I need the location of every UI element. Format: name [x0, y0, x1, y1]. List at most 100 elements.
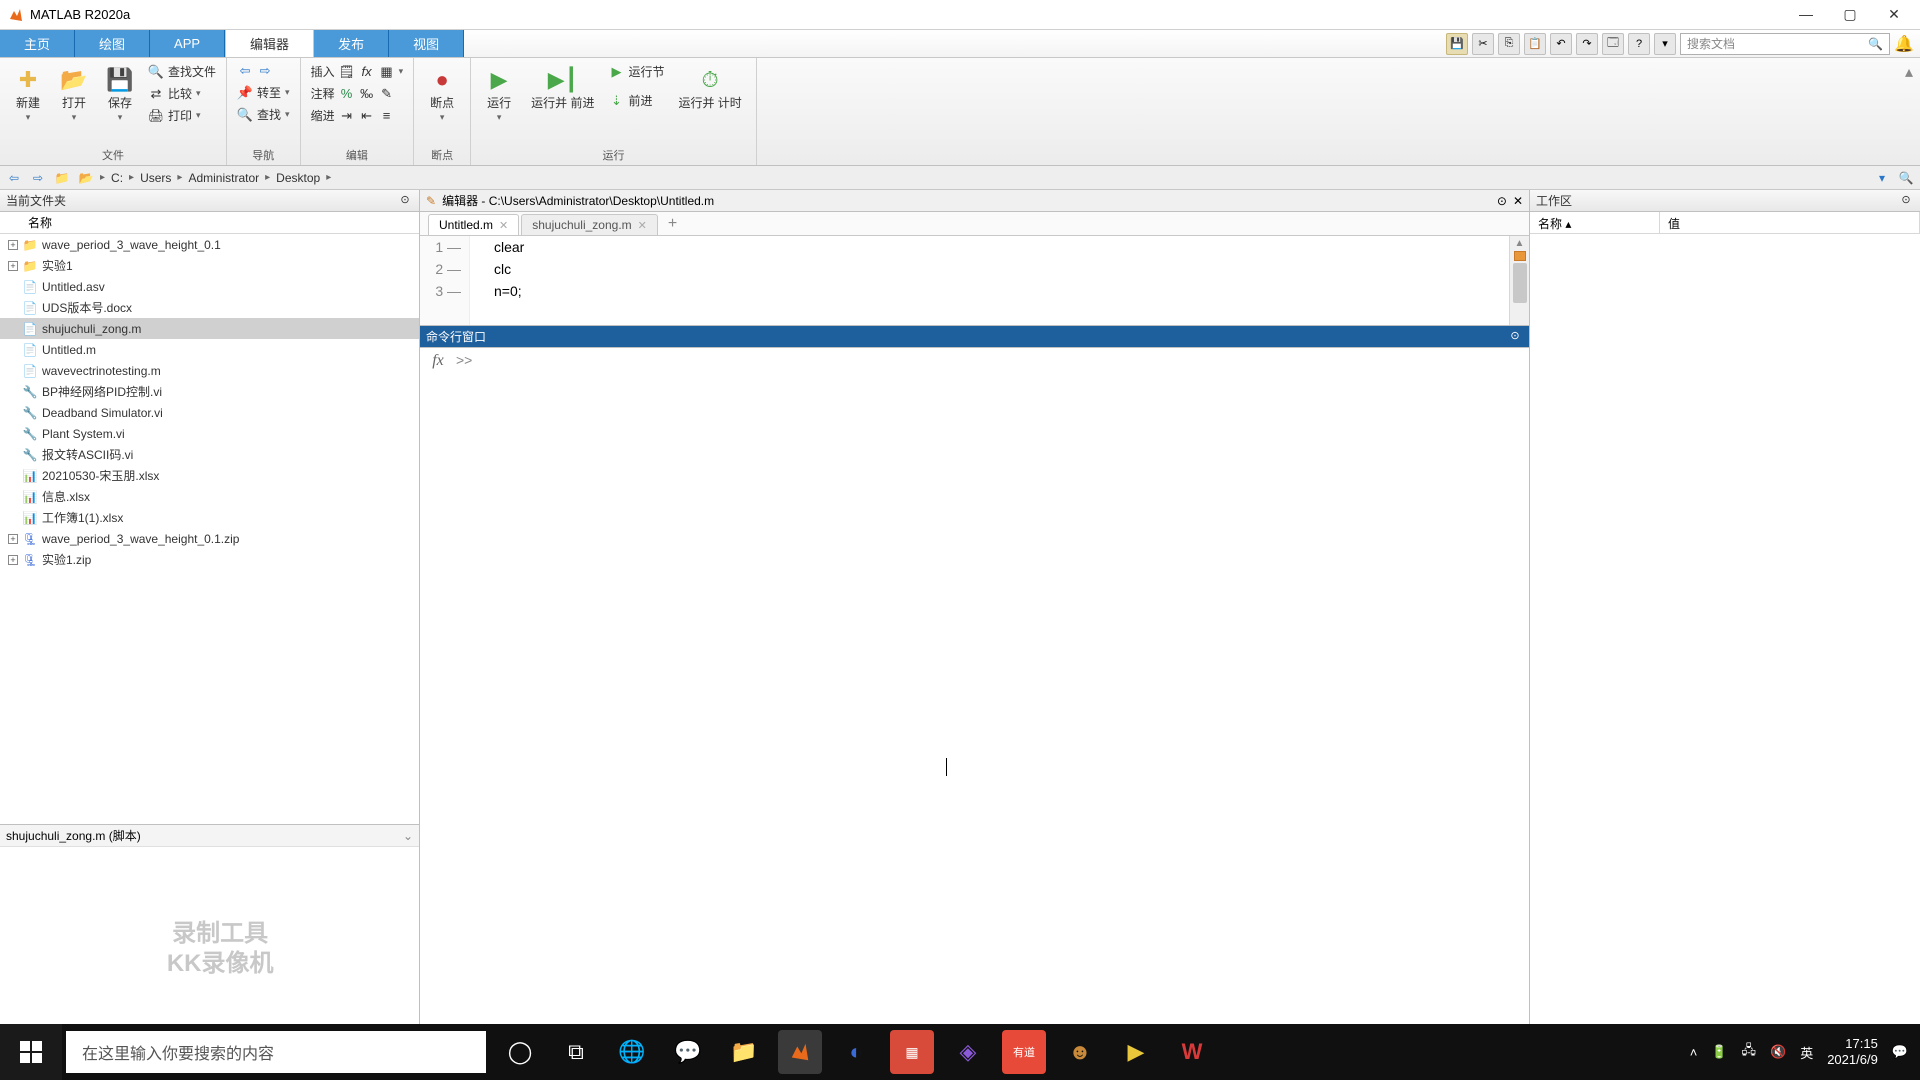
file-row[interactable]: 🔧Plant System.vi: [0, 423, 419, 444]
save-button[interactable]: 💾保存▾: [100, 62, 140, 127]
comment-button[interactable]: 注释 % ‰ ✎: [309, 84, 406, 103]
file-row[interactable]: +📁wave_period_3_wave_height_0.1: [0, 234, 419, 255]
workspace-columns[interactable]: 名称 ▴ 值: [1530, 212, 1920, 234]
wps-icon[interactable]: W: [1170, 1030, 1214, 1074]
eclipse-icon[interactable]: ◐: [834, 1030, 878, 1074]
file-row[interactable]: +📁实验1: [0, 255, 419, 276]
command-window[interactable]: fx >>: [420, 348, 1529, 1024]
paste-icon[interactable]: 📋: [1524, 33, 1546, 55]
tab-close-icon[interactable]: ✕: [499, 219, 508, 232]
find-files-button[interactable]: 🔍查找文件: [146, 62, 218, 81]
file-column-header[interactable]: 名称: [0, 212, 419, 234]
tab-publish[interactable]: 发布: [314, 30, 389, 57]
edge-icon[interactable]: 🌐: [610, 1030, 654, 1074]
browse-folder-icon[interactable]: 📂: [76, 169, 96, 187]
file-row[interactable]: 📄Untitled.asv: [0, 276, 419, 297]
run-time-button[interactable]: ⏱运行并 计时: [672, 62, 747, 114]
close-button[interactable]: ✕: [1884, 6, 1904, 23]
save-layout-icon[interactable]: 💾: [1446, 33, 1468, 55]
youdao-icon[interactable]: 有道: [1002, 1030, 1046, 1074]
breadcrumb[interactable]: ▸ C:▸ Users▸ Administrator▸ Desktop▸: [100, 171, 331, 185]
insert-button[interactable]: 插入 🗒 fx ▦▾: [309, 62, 406, 81]
maximize-button[interactable]: ▢: [1840, 6, 1860, 23]
up-folder-icon[interactable]: 📁: [52, 169, 72, 187]
potplayer-icon[interactable]: ▶: [1114, 1030, 1158, 1074]
addr-search-icon[interactable]: 🔍: [1896, 169, 1916, 187]
code-analyzer-indicator[interactable]: [1514, 251, 1526, 261]
file-row[interactable]: 📄shujuchuli_zong.m: [0, 318, 419, 339]
redo-icon[interactable]: ↷: [1576, 33, 1598, 55]
add-tab-button[interactable]: +: [660, 213, 685, 235]
workspace-menu-icon[interactable]: ⊙: [1898, 193, 1914, 209]
breakpoints-button[interactable]: ●断点▾: [422, 62, 462, 127]
app-red-icon[interactable]: ▦: [890, 1030, 934, 1074]
indent-button[interactable]: 缩进 ⇥ ⇤ ≡: [309, 106, 406, 125]
run-section-button[interactable]: ▶运行节: [606, 62, 666, 81]
taskbar-search-input[interactable]: 在这里输入你要搜索的内容: [66, 1031, 486, 1073]
file-row[interactable]: 📄UDS版本号.docx: [0, 297, 419, 318]
editor-tab[interactable]: shujuchuli_zong.m✕: [521, 214, 658, 235]
editor-scrollbar[interactable]: ▲: [1509, 236, 1529, 325]
tab-apps[interactable]: APP: [150, 30, 225, 57]
file-row[interactable]: 🔧BP神经网络PID控制.vi: [0, 381, 419, 402]
copy-icon[interactable]: ⎘: [1498, 33, 1520, 55]
new-button[interactable]: ✚新建▾: [8, 62, 48, 127]
print-button[interactable]: 🖨打印▾: [146, 106, 218, 125]
run-button[interactable]: ▶运行▾: [479, 62, 519, 127]
wechat-icon[interactable]: 💬: [666, 1030, 710, 1074]
tab-editor[interactable]: 编辑器: [225, 30, 314, 57]
file-row[interactable]: 📄wavevectrinotesting.m: [0, 360, 419, 381]
ribbon-collapse-icon[interactable]: ▴: [1898, 58, 1920, 165]
notification-icon[interactable]: 🔔: [1894, 34, 1914, 54]
tab-plots[interactable]: 绘图: [75, 30, 150, 57]
workspace-col-name[interactable]: 名称 ▴: [1530, 212, 1660, 233]
fwd-icon[interactable]: ⇨: [28, 169, 48, 187]
tray-network-icon[interactable]: 🖧: [1742, 1041, 1757, 1063]
expand-icon[interactable]: +: [8, 240, 18, 250]
expand-icon[interactable]: +: [8, 261, 18, 271]
compare-button[interactable]: ⇄比较▾: [146, 84, 218, 103]
file-row[interactable]: +🗜实验1.zip: [0, 549, 419, 570]
command-menu-icon[interactable]: ⊙: [1507, 329, 1523, 345]
editor-body[interactable]: 1 —2 —3 — clearclcn=0; ▲: [420, 236, 1529, 326]
switch-window-icon[interactable]: 🗔: [1602, 33, 1624, 55]
editor-tab[interactable]: Untitled.m✕: [428, 214, 519, 235]
tray-clock[interactable]: 17:15 2021/6/9: [1827, 1036, 1878, 1068]
goto-button[interactable]: 📌转至▾: [235, 83, 292, 102]
minimize-button[interactable]: —: [1796, 6, 1816, 23]
file-row[interactable]: 🔧报文转ASCII码.vi: [0, 444, 419, 465]
nav-arrows[interactable]: ⇦⇨: [235, 62, 292, 80]
start-button[interactable]: [0, 1024, 62, 1080]
expand-icon[interactable]: +: [8, 534, 18, 544]
open-button[interactable]: 📂打开▾: [54, 62, 94, 127]
run-advance-button[interactable]: ▶┃运行并 前进: [525, 62, 600, 114]
scroll-up-icon[interactable]: ▲: [1515, 238, 1525, 249]
file-row[interactable]: 📊工作簿1(1).xlsx: [0, 507, 419, 528]
find-button[interactable]: 🔍查找▾: [235, 105, 292, 124]
file-row[interactable]: 📄Untitled.m: [0, 339, 419, 360]
panel-menu-icon[interactable]: ⊙: [397, 193, 413, 209]
task-view-icon[interactable]: ⧉: [554, 1030, 598, 1074]
tab-home[interactable]: 主页: [0, 30, 75, 57]
editor-close-icon[interactable]: ✕: [1513, 194, 1523, 208]
fx-icon[interactable]: fx: [420, 348, 456, 1024]
tray-ime[interactable]: 英: [1800, 1043, 1813, 1062]
vs-icon[interactable]: ◈: [946, 1030, 990, 1074]
explorer-icon[interactable]: 📁: [722, 1030, 766, 1074]
details-collapse-icon[interactable]: ⌄: [403, 829, 413, 843]
tray-volume-icon[interactable]: 🔇: [1770, 1044, 1786, 1060]
file-row[interactable]: 🔧Deadband Simulator.vi: [0, 402, 419, 423]
command-input[interactable]: >>: [456, 348, 1529, 1024]
editor-menu-icon[interactable]: ⊙: [1497, 194, 1507, 208]
undo-icon[interactable]: ↶: [1550, 33, 1572, 55]
tab-view[interactable]: 视图: [389, 30, 464, 57]
doc-search-input[interactable]: 搜索文档 🔍: [1680, 33, 1890, 55]
help-icon[interactable]: ?: [1628, 33, 1650, 55]
app-brown-icon[interactable]: ☻: [1058, 1030, 1102, 1074]
tab-close-icon[interactable]: ✕: [638, 219, 647, 232]
back-icon[interactable]: ⇦: [4, 169, 24, 187]
scroll-thumb[interactable]: [1513, 263, 1527, 303]
editor-code[interactable]: clearclcn=0;: [470, 236, 1509, 325]
cortana-icon[interactable]: ◯: [498, 1030, 542, 1074]
addr-dropdown-icon[interactable]: ▾: [1872, 169, 1892, 187]
